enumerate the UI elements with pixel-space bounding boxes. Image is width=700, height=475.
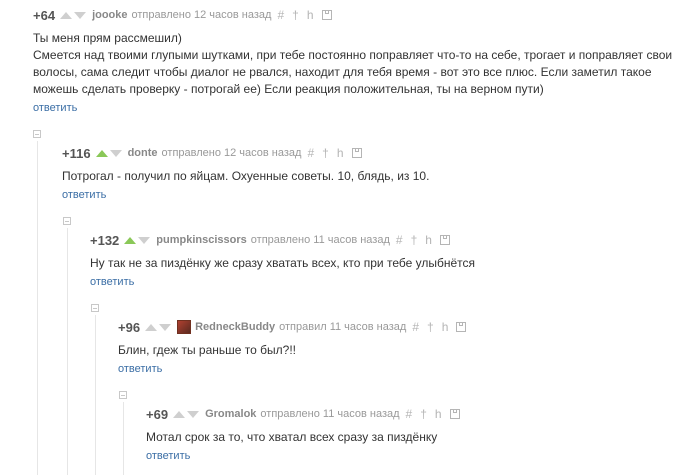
branch-icon[interactable]: h (307, 9, 314, 21)
comment-time: отправил 11 часов назад (279, 321, 407, 333)
comment-rating: +116 (62, 145, 91, 161)
reply-link[interactable]: ответить (33, 102, 77, 114)
comment-text: Ты меня прям рассмешил) Смеется над твои… (33, 31, 673, 96)
reply-link[interactable]: ответить (90, 276, 134, 288)
downvote-icon[interactable] (138, 236, 151, 244)
downvote-icon[interactable] (109, 149, 122, 157)
reply-link[interactable]: ответить (62, 189, 106, 201)
comment-tools: # † h (277, 9, 332, 21)
hash-icon[interactable]: # (277, 9, 284, 21)
save-icon[interactable] (321, 10, 332, 20)
branch-icon[interactable]: h (442, 321, 449, 333)
vote-arrows (124, 236, 151, 244)
upvote-icon[interactable] (60, 11, 73, 19)
comment: +64 joooke отправлено 12 часов назад # †… (33, 6, 693, 116)
comment-header: +69 Gromalok отправлено 11 часов назад #… (146, 405, 686, 423)
vote-arrows (95, 149, 122, 157)
upvote-icon[interactable] (173, 410, 186, 418)
hash-icon[interactable]: # (307, 147, 314, 159)
branch-icon[interactable]: h (425, 234, 432, 246)
downvote-icon[interactable] (74, 11, 87, 19)
vote-arrows (60, 11, 87, 19)
vote-arrows (145, 323, 172, 331)
hash-icon[interactable]: # (412, 321, 419, 333)
comment-header: +116 donte отправлено 12 часов назад # †… (62, 144, 692, 162)
comment-time: отправлено 11 часов назад (260, 408, 400, 420)
comment-time: отправлено 12 часов назад (131, 9, 272, 21)
pin-icon[interactable]: † (420, 408, 427, 420)
comment: +132 pumpkinscissors отправлено 11 часов… (90, 231, 690, 290)
comment: +96 RedneckBuddy отправил 11 часов назад… (118, 318, 688, 377)
collapse-toggle[interactable] (119, 391, 127, 399)
thread-line (95, 315, 96, 475)
comment-header: +64 joooke отправлено 12 часов назад # †… (33, 6, 693, 24)
comment-tools: # † h (406, 408, 460, 420)
upvote-icon[interactable] (145, 323, 158, 331)
downvote-icon[interactable] (159, 323, 172, 331)
branch-icon[interactable]: h (435, 408, 442, 420)
comment-text: Мотал срок за то, что хватал всех сразу … (146, 430, 438, 444)
save-icon[interactable] (449, 409, 460, 419)
comment-rating: +96 (118, 319, 141, 335)
branch-icon[interactable]: h (337, 147, 344, 159)
collapse-toggle[interactable] (63, 217, 71, 225)
collapse-toggle[interactable] (91, 304, 99, 312)
hash-icon[interactable]: # (396, 234, 403, 246)
comment-time: отправлено 12 часов назад (161, 147, 302, 159)
save-icon[interactable] (456, 322, 467, 332)
comment-rating: +69 (146, 406, 169, 422)
pin-icon[interactable]: † (292, 9, 299, 21)
comment-author[interactable]: RedneckBuddy (195, 321, 275, 333)
pin-icon[interactable]: † (322, 147, 329, 159)
comment-author[interactable]: pumpkinscissors (156, 234, 246, 246)
comment-time: отправлено 11 часов назад (250, 234, 390, 246)
reply-link[interactable]: ответить (118, 363, 162, 375)
save-icon[interactable] (439, 235, 450, 245)
vote-arrows (173, 410, 200, 418)
comment: +69 Gromalok отправлено 11 часов назад #… (146, 405, 686, 464)
comment-tools: # † h (396, 234, 450, 246)
upvote-icon[interactable] (124, 236, 137, 244)
thread-line (123, 402, 124, 475)
comment-tools: # † h (307, 147, 362, 159)
comment-rating: +132 (90, 232, 120, 248)
avatar[interactable] (177, 320, 192, 334)
comment-header: +132 pumpkinscissors отправлено 11 часов… (90, 231, 690, 249)
comment: +116 donte отправлено 12 часов назад # †… (62, 144, 692, 203)
comment-rating: +64 (33, 7, 56, 23)
comment-author[interactable]: joooke (92, 9, 127, 21)
upvote-icon[interactable] (95, 149, 108, 157)
comment-author[interactable]: donte (128, 147, 158, 159)
pin-icon[interactable]: † (411, 234, 418, 246)
pin-icon[interactable]: † (427, 321, 434, 333)
comment-author[interactable]: Gromalok (205, 408, 256, 420)
collapse-toggle[interactable] (33, 130, 41, 138)
comment-text: Ну так не за пиздёнку же сразу хватать в… (90, 256, 476, 270)
thread-line (67, 228, 68, 475)
downvote-icon[interactable] (187, 410, 200, 418)
thread-line (37, 141, 38, 475)
comment-text: Блин, гдеж ты раньше то был?!! (118, 343, 297, 357)
comment-header: +96 RedneckBuddy отправил 11 часов назад… (118, 318, 688, 336)
comment-text: Потрогал - получил по яйцам. Охуенные со… (62, 169, 430, 183)
comment-tools: # † h (412, 321, 467, 333)
hash-icon[interactable]: # (406, 408, 413, 420)
reply-link[interactable]: ответить (146, 450, 190, 462)
save-icon[interactable] (351, 148, 362, 158)
